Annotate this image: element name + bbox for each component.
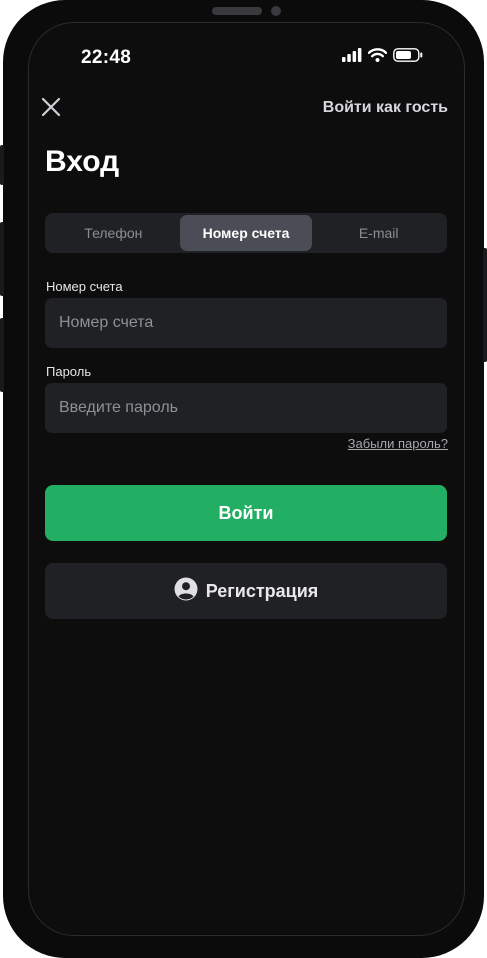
status-icons xyxy=(342,47,423,67)
register-button-label: Регистрация xyxy=(205,580,319,601)
front-camera xyxy=(271,6,281,16)
mute-switch xyxy=(0,145,4,185)
login-button[interactable]: Войти xyxy=(45,485,447,541)
guest-login-link[interactable]: Войти как гость xyxy=(323,99,448,117)
phone-frame: 22:48 Войти как гость Вход Телефон Номер… xyxy=(0,0,487,958)
password-label: Пароль xyxy=(46,364,92,379)
signal-icon xyxy=(342,47,362,67)
volume-up-button xyxy=(0,222,4,296)
register-button[interactable]: Регистрация xyxy=(45,563,447,619)
password-input[interactable] xyxy=(45,383,447,433)
status-time: 22:48 xyxy=(81,47,132,68)
user-circle-icon xyxy=(174,577,198,606)
forgot-password-link[interactable]: Забыли пароль? xyxy=(348,436,448,451)
account-number-input[interactable] xyxy=(45,298,447,348)
tab-email[interactable]: E-mail xyxy=(312,215,445,251)
page-title: Вход xyxy=(45,145,120,178)
account-number-label: Номер счета xyxy=(46,279,123,294)
tab-phone[interactable]: Телефон xyxy=(47,215,180,251)
tab-account-number[interactable]: Номер счета xyxy=(179,215,313,251)
login-method-tabs: Телефон Номер счета E-mail xyxy=(45,213,447,253)
volume-down-button xyxy=(0,318,4,392)
speaker-grille xyxy=(212,7,262,15)
power-button xyxy=(483,248,487,362)
wifi-icon xyxy=(367,47,388,67)
screen: 22:48 Войти как гость Вход Телефон Номер… xyxy=(28,22,465,936)
close-icon xyxy=(41,97,61,122)
battery-icon xyxy=(393,47,423,67)
close-button[interactable] xyxy=(39,97,63,121)
